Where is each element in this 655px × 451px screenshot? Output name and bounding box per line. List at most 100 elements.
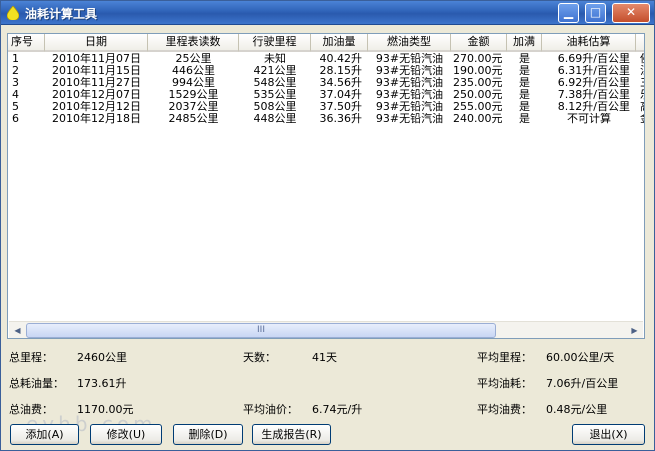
cell-distance: 未知	[264, 53, 286, 65]
cell-full-tank: 是	[519, 101, 530, 113]
cell-cost: 235.00元	[453, 77, 503, 89]
cell-odometer: 2037公里	[168, 101, 219, 113]
cell-consumption: 6.69升/百公里	[557, 53, 630, 65]
avg-cost-value: 0.48元/公里	[546, 403, 608, 416]
cell-odometer: 446公里	[172, 65, 215, 77]
cell-date: 2010年11月07日	[52, 53, 141, 65]
scrollbar-thumb[interactable]: III	[26, 323, 496, 338]
table-row[interactable]: 4 2010年12月07日 1529公里 535公里 37.04升 93#无铅汽…	[8, 89, 644, 101]
title-bar[interactable]: 油耗计算工具 ▁ □ ✕	[1, 1, 654, 25]
cell-location: 江	[636, 65, 644, 77]
column-header-fuel-type[interactable]: 燃油类型	[368, 34, 451, 52]
maximize-button[interactable]: □	[585, 3, 606, 23]
cell-fuel-amount: 36.36升	[319, 113, 363, 125]
cell-cost: 240.00元	[453, 113, 503, 125]
droplet-icon	[7, 6, 19, 20]
cell-index: 6	[12, 113, 19, 125]
cell-index: 3	[12, 77, 19, 89]
avg-price-value: 6.74元/升	[312, 403, 363, 416]
column-header-fuel-amount[interactable]: 加油量	[311, 34, 368, 52]
cell-fuel-amount: 37.50升	[319, 101, 363, 113]
cell-full-tank: 是	[519, 89, 530, 101]
horizontal-scrollbar[interactable]: ◀ III ▶	[9, 321, 643, 338]
total-fuel-label: 总耗油量：	[9, 377, 64, 390]
scroll-right-arrow-icon[interactable]: ▶	[626, 322, 643, 338]
delete-button[interactable]: 删除(D)	[173, 424, 243, 445]
cell-full-tank: 是	[519, 113, 530, 125]
cell-distance: 421公里	[253, 65, 297, 77]
cell-index: 2	[12, 65, 19, 77]
cell-fuel-type: 93#无铅汽油	[375, 113, 444, 125]
cell-consumption: 不可计算	[567, 113, 611, 125]
table-row[interactable]: 1 2010年11月07日 25公里 未知 40.42升 93#无铅汽油 270…	[8, 53, 644, 65]
cell-cost: 255.00元	[453, 101, 503, 113]
cell-date: 2010年12月12日	[52, 101, 141, 113]
column-header-odometer[interactable]: 里程表读数	[148, 34, 239, 52]
cell-distance: 548公里	[253, 77, 297, 89]
table-row[interactable]: 2 2010年11月15日 446公里 421公里 28.15升 93#无铅汽油…	[8, 65, 644, 77]
exit-button[interactable]: 退出(X)	[572, 424, 645, 445]
cell-index: 4	[12, 89, 19, 101]
scroll-left-arrow-icon[interactable]: ◀	[9, 322, 26, 338]
avg-consumption-value: 7.06升/百公里	[546, 377, 619, 390]
column-header-distance[interactable]: 行驶里程	[239, 34, 311, 52]
cell-fuel-amount: 28.15升	[319, 65, 363, 77]
cell-distance: 508公里	[253, 101, 297, 113]
column-header-cost[interactable]: 金额	[451, 34, 507, 52]
total-cost-label: 总油费：	[9, 403, 53, 416]
cell-index: 5	[12, 101, 19, 113]
avg-distance-label: 平均里程：	[477, 351, 532, 364]
edit-button[interactable]: 修改(U)	[90, 424, 162, 445]
table-row[interactable]: 3 2010年11月27日 994公里 548公里 34.56升 93#无铅汽油…	[8, 77, 644, 89]
cell-consumption: 8.12升/百公里	[557, 101, 630, 113]
cell-fuel-type: 93#无铅汽油	[375, 101, 444, 113]
add-button[interactable]: 添加(A)	[10, 424, 79, 445]
cell-distance: 535公里	[253, 89, 297, 101]
cell-date: 2010年11月27日	[52, 77, 141, 89]
cell-fuel-type: 93#无铅汽油	[375, 77, 444, 89]
window-title: 油耗计算工具	[25, 7, 98, 21]
generate-report-button[interactable]: 生成报告(R)	[252, 424, 331, 445]
cell-odometer: 1529公里	[168, 89, 219, 101]
avg-cost-label: 平均油费：	[477, 403, 532, 416]
minimize-button[interactable]: ▁	[558, 3, 579, 23]
cell-location: 乐	[636, 89, 644, 101]
cell-fuel-amount: 34.56升	[319, 77, 363, 89]
cell-fuel-amount: 40.42升	[319, 53, 363, 65]
main-window: 油耗计算工具 ▁ □ ✕ 序号 日期 里程表读数 行驶里程 加油量 燃油类型 金…	[0, 0, 655, 451]
cell-date: 2010年12月18日	[52, 113, 141, 125]
table-row[interactable]: 5 2010年12月12日 2037公里 508公里 37.50升 93#无铅汽…	[8, 101, 644, 113]
cell-date: 2010年11月15日	[52, 65, 141, 77]
cell-cost: 250.00元	[453, 89, 503, 101]
total-cost-value: 1170.00元	[77, 403, 134, 416]
cell-full-tank: 是	[519, 53, 530, 65]
cell-fuel-amount: 37.04升	[319, 89, 363, 101]
column-header-consumption[interactable]: 油耗估算	[542, 34, 636, 52]
cell-location: 金	[636, 113, 644, 125]
fuel-records-list[interactable]: 序号 日期 里程表读数 行驶里程 加油量 燃油类型 金额 加满 油耗估算 加 1…	[7, 33, 645, 339]
column-header-full-tank[interactable]: 加满	[507, 34, 542, 52]
column-header-location[interactable]: 加	[636, 34, 644, 52]
cell-consumption: 7.38升/百公里	[557, 89, 630, 101]
cell-date: 2010年12月07日	[52, 89, 141, 101]
cell-odometer: 994公里	[172, 77, 215, 89]
cell-consumption: 6.31升/百公里	[557, 65, 630, 77]
list-body: 1 2010年11月07日 25公里 未知 40.42升 93#无铅汽油 270…	[8, 53, 644, 125]
cell-consumption: 6.92升/百公里	[557, 77, 630, 89]
avg-consumption-label: 平均油耗：	[477, 377, 532, 390]
avg-distance-value: 60.00公里/天	[546, 351, 615, 364]
cell-fuel-type: 93#无铅汽油	[375, 53, 444, 65]
cell-fuel-type: 93#无铅汽油	[375, 89, 444, 101]
column-header-index[interactable]: 序号	[8, 34, 45, 52]
close-button[interactable]: ✕	[612, 3, 650, 23]
list-header: 序号 日期 里程表读数 行驶里程 加油量 燃油类型 金额 加满 油耗估算 加	[8, 34, 644, 52]
table-row[interactable]: 6 2010年12月18日 2485公里 448公里 36.36升 93#无铅汽…	[8, 113, 644, 125]
cell-location: 佛	[636, 53, 644, 65]
cell-odometer: 2485公里	[168, 113, 219, 125]
cell-full-tank: 是	[519, 77, 530, 89]
column-header-date[interactable]: 日期	[45, 34, 148, 52]
cell-index: 1	[12, 53, 19, 65]
cell-fuel-type: 93#无铅汽油	[375, 65, 444, 77]
cell-cost: 190.00元	[453, 65, 503, 77]
avg-price-label: 平均油价：	[243, 403, 298, 416]
